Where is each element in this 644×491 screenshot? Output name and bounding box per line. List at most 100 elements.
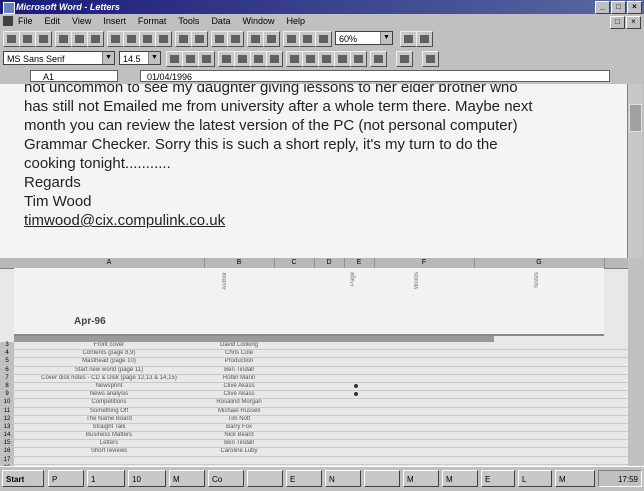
table-row[interactable]: 15 Letters Ben Tindall [0,440,628,449]
row-number[interactable]: 15 [0,440,14,448]
cell-item[interactable]: Cover disk notes - CD & Disk (page 12,13… [14,375,204,382]
menu-data[interactable]: Data [211,14,230,28]
row-number[interactable]: 4 [0,350,14,358]
font-select[interactable]: MS Sans Serif ▼ [3,51,115,65]
merge-center-icon[interactable] [266,51,283,67]
table-row[interactable]: 6 Start new world (page 11) Ben Tindall [0,366,628,375]
taskbar-item[interactable]: M [169,470,205,487]
scroll-thumb[interactable] [629,104,642,132]
taskbar-item[interactable]: M [442,470,478,487]
menu-tools[interactable]: Tools [178,14,199,28]
cell-author[interactable]: Nick Beard [204,432,274,439]
menu-window[interactable]: Window [242,14,274,28]
col-header-d[interactable]: D [314,258,345,268]
cell-author[interactable]: Tim Nott [204,416,274,423]
row-number[interactable]: 9 [0,391,14,399]
cell-author[interactable]: Rosalind Morgan [204,399,274,406]
table-row[interactable]: 12 The Name Board Tim Nott [0,415,628,424]
chart-wizard-icon[interactable] [283,31,300,47]
menu-file[interactable]: File [18,14,33,28]
col-header-c[interactable]: C [274,258,315,268]
table-row[interactable]: 4 Contents (page 8,9) Chris Cole [0,350,628,359]
table-row[interactable]: 8 Newsprint Clive Akass [0,382,628,392]
cell-item[interactable]: Letters [14,440,204,447]
row-number[interactable]: 10 [0,399,14,407]
paste-icon[interactable] [139,31,156,47]
help-icon[interactable] [416,31,433,47]
print-preview-icon[interactable] [71,31,88,47]
table-row[interactable]: 17 [0,456,628,465]
align-left-icon[interactable] [218,51,235,67]
cell-item[interactable]: Contents (page 8,9) [14,350,204,357]
print-icon[interactable] [55,31,72,47]
col-header-g[interactable]: G [474,258,605,268]
row-number[interactable]: 3 [0,342,14,350]
font-color-icon[interactable] [422,51,439,67]
undo-icon[interactable] [175,31,192,47]
zoom-select[interactable]: 60% ▼ [335,31,393,45]
decrease-decimal-icon[interactable] [350,51,367,67]
cell-author[interactable]: Ben Tindall [204,440,274,447]
start-button[interactable]: Start [2,470,44,487]
chevron-down-icon[interactable]: ▼ [380,32,392,44]
close-button[interactable]: × [627,1,642,14]
tipwizard-icon[interactable] [400,31,417,47]
fill-color-icon[interactable] [396,51,413,67]
cell-item[interactable]: Front cover [14,342,204,349]
cell-author[interactable]: Chris Cole [204,350,274,357]
row-number[interactable]: 7 [0,374,14,382]
cell-author[interactable]: Barry Fox [204,424,274,431]
map-icon[interactable] [299,31,316,47]
cell-item[interactable]: Newsprint [14,383,204,390]
function-icon[interactable] [227,31,244,47]
cell-author[interactable]: Clive Akass [204,383,274,390]
comma-icon[interactable] [318,51,335,67]
cell-author[interactable]: Clive Akass [204,391,274,398]
table-row[interactable]: 7 Cover disk notes - CD & Disk (page 12,1… [0,374,628,383]
spreadsheet[interactable]: A B C D E F G Apr-96 Author Page Words N… [0,258,628,466]
cell-item[interactable]: Something Off [14,408,204,415]
taskbar-item[interactable] [247,470,283,487]
row-number[interactable]: 5 [0,358,14,366]
cell-item[interactable]: Start new world (page 11) [14,367,204,374]
italic-icon[interactable] [182,51,199,67]
row-number[interactable]: 11 [0,407,14,415]
cell-author[interactable]: Robin Mann [204,375,274,382]
cell-author[interactable]: Caroline Luby [204,448,274,455]
cell-author[interactable]: Ben Tindall [204,367,274,374]
align-center-icon[interactable] [234,51,251,67]
document-icon[interactable] [3,16,13,26]
col-header-f[interactable]: F [374,258,475,268]
cell-item[interactable]: Masthead (page 10) [14,358,204,365]
cell-author[interactable]: Michael Russell [204,408,274,415]
cell-item[interactable]: Short reviews [14,448,204,455]
table-row[interactable]: 14 Business Matters Nick Beard [0,432,628,441]
taskbar-item[interactable]: M [403,470,439,487]
borders-icon[interactable] [370,51,387,67]
name-box[interactable]: A1 [30,70,118,82]
menu-help[interactable]: Help [286,14,305,28]
cell-item[interactable]: The Name Board [14,416,204,423]
system-tray-clock[interactable]: 17:59 [598,470,642,487]
sort-ascending-icon[interactable] [247,31,264,47]
formula-input[interactable]: 01/04/1996 [140,70,610,82]
header-cell-date[interactable]: Apr-96 [74,316,106,327]
percent-icon[interactable] [302,51,319,67]
bold-icon[interactable] [166,51,183,67]
underline-icon[interactable] [198,51,215,67]
increase-decimal-icon[interactable] [334,51,351,67]
title-bar[interactable]: Microsoft Word - Letters _ □ × [0,0,644,14]
menu-edit[interactable]: Edit [45,14,61,28]
taskbar-item[interactable]: E [286,470,322,487]
col-header-b[interactable]: B [204,258,275,268]
table-row[interactable]: 9 News analysis Clive Akass [0,391,628,400]
word-app-icon[interactable] [3,2,15,14]
taskbar-item[interactable]: 10 [128,470,166,487]
table-row[interactable]: 13 Straight Talk Barry Fox [0,423,628,433]
cell-author[interactable]: Production [204,358,274,365]
email-link[interactable]: timwood@cix.compulink.co.uk [0,211,628,230]
menu-insert[interactable]: Insert [103,14,126,28]
spelling-icon[interactable] [87,31,104,47]
taskbar-item[interactable]: P [48,470,84,487]
autosum-icon[interactable] [211,31,228,47]
